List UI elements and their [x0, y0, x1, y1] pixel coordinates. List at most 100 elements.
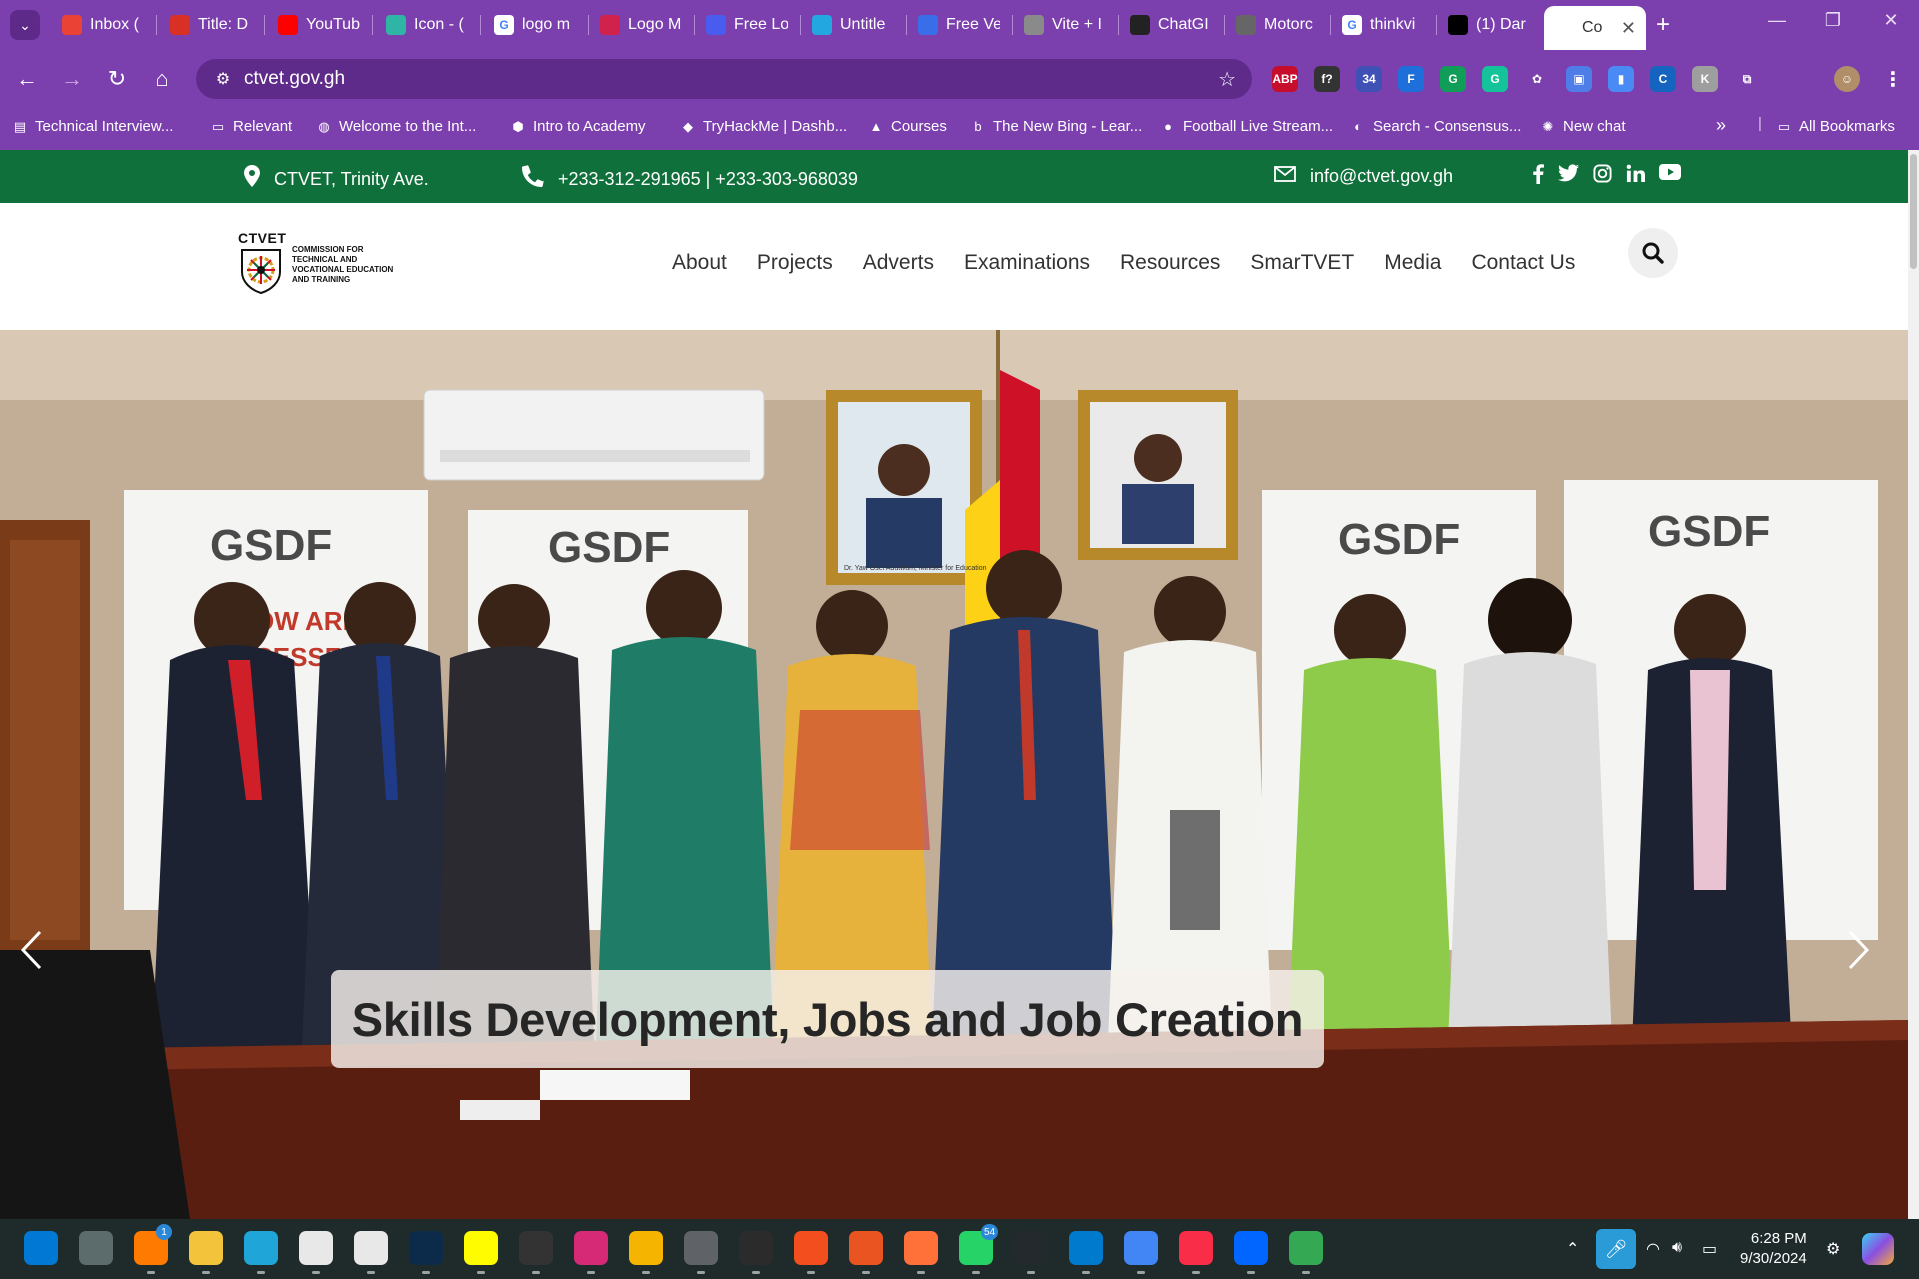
tab-search-button[interactable]: ⌄: [10, 10, 40, 40]
tab-10[interactable]: Vite + I: [1014, 8, 1116, 42]
close-tab-icon[interactable]: ✕: [1621, 18, 1636, 39]
extension-icon[interactable]: C: [1650, 66, 1676, 92]
carousel-prev-button[interactable]: [20, 930, 60, 990]
edge-icon[interactable]: [244, 1231, 278, 1265]
address-bar[interactable]: ⚙ ctvet.gov.gh ☆: [196, 59, 1252, 99]
bookmark-item[interactable]: b The New Bing - Lear...: [970, 118, 1142, 135]
github-icon[interactable]: [1014, 1231, 1048, 1265]
close-window-icon[interactable]: ✕: [1876, 10, 1906, 31]
extension-icon[interactable]: ▣: [1566, 66, 1592, 92]
bookmark-item[interactable]: ◆ TryHackMe | Dashb...: [680, 118, 847, 135]
profile-avatar[interactable]: ☺: [1834, 66, 1860, 92]
tab-4[interactable]: Icon - (: [376, 8, 478, 42]
tab-1[interactable]: Inbox (: [52, 8, 154, 42]
figma-icon[interactable]: [794, 1231, 828, 1265]
tab-12[interactable]: Motorc: [1226, 8, 1328, 42]
photoshop-icon[interactable]: [409, 1231, 443, 1265]
bookmark-star-icon[interactable]: ☆: [1218, 67, 1236, 92]
snipping-icon[interactable]: [354, 1231, 388, 1265]
extension-icon[interactable]: ⧉: [1734, 66, 1760, 92]
twitter-icon[interactable]: [1558, 164, 1579, 189]
restore-icon[interactable]: ❐: [1818, 10, 1848, 31]
menu-kebab-icon[interactable]: ⋮: [1880, 66, 1906, 92]
minimize-icon[interactable]: —: [1762, 10, 1792, 31]
scrollbar-thumb[interactable]: [1910, 154, 1917, 269]
tab-2[interactable]: Title: D: [160, 8, 262, 42]
extension-icon[interactable]: G: [1440, 66, 1466, 92]
snapchat-icon[interactable]: [464, 1231, 498, 1265]
bookmark-item[interactable]: ▭ Relevant: [210, 118, 292, 135]
site-search-button[interactable]: [1628, 228, 1678, 278]
tab-6[interactable]: Logo M: [590, 8, 692, 42]
nav-resources[interactable]: Resources: [1120, 251, 1220, 275]
start-icon[interactable]: [24, 1231, 58, 1265]
chrome-icon[interactable]: [1124, 1231, 1158, 1265]
chrome-profile-icon[interactable]: [684, 1231, 718, 1265]
tab-7[interactable]: Free Lo: [696, 8, 798, 42]
bookmark-item[interactable]: ▲ Courses: [868, 118, 947, 135]
bookmark-item[interactable]: ◍ Welcome to the Int...: [316, 118, 476, 135]
tab-13[interactable]: Gthinkvi: [1332, 8, 1434, 42]
nav-media[interactable]: Media: [1384, 251, 1441, 275]
music-icon[interactable]: [1179, 1231, 1213, 1265]
nav-smartvet[interactable]: SmarTVET: [1250, 251, 1354, 275]
file-explorer-icon[interactable]: [189, 1231, 223, 1265]
email-text[interactable]: info@ctvet.gov.gh: [1310, 166, 1453, 187]
forward-icon[interactable]: →: [57, 64, 87, 94]
nav-contact-us[interactable]: Contact Us: [1471, 251, 1575, 275]
tab-3[interactable]: YouTub: [268, 8, 370, 42]
store-icon[interactable]: [299, 1231, 333, 1265]
phone-text[interactable]: +233-312-291965 | +233-303-968039: [558, 169, 858, 190]
bookmark-item[interactable]: ◐ Search - Consensus...: [1350, 118, 1521, 135]
bookmark-item[interactable]: ⬢ Intro to Academy: [510, 118, 645, 135]
powerautomate-icon[interactable]: [1234, 1231, 1268, 1265]
extension-icon[interactable]: ✿: [1524, 66, 1550, 92]
facebook-icon[interactable]: [1532, 164, 1544, 189]
url-text[interactable]: ctvet.gov.gh: [244, 68, 345, 90]
tab-14[interactable]: (1) Dar: [1438, 8, 1540, 42]
bookmark-item[interactable]: ✺ New chat: [1540, 118, 1626, 135]
new-tab-button[interactable]: +: [1650, 11, 1676, 38]
bookmark-item[interactable]: ● Football Live Stream...: [1160, 118, 1333, 135]
task-view-icon[interactable]: [79, 1231, 113, 1265]
nav-examinations[interactable]: Examinations: [964, 251, 1090, 275]
davinci-icon[interactable]: [739, 1231, 773, 1265]
settings-gear-icon[interactable]: ⚙: [1826, 1239, 1840, 1259]
nav-adverts[interactable]: Adverts: [863, 251, 934, 275]
instagram-icon[interactable]: [574, 1231, 608, 1265]
microphone-icon[interactable]: 🎤︎: [1596, 1229, 1636, 1269]
back-icon[interactable]: ←: [12, 64, 42, 94]
instagram-icon[interactable]: [1593, 164, 1612, 189]
tab-11[interactable]: ChatGI: [1120, 8, 1222, 42]
tab-15[interactable]: Co ✕: [1544, 6, 1646, 50]
bookmark-item[interactable]: ▤ Technical Interview...: [12, 118, 174, 135]
carousel-next-button[interactable]: [1848, 930, 1888, 990]
all-bookmarks-button[interactable]: ▭ All Bookmarks: [1776, 118, 1895, 135]
tab-8[interactable]: Untitle: [802, 8, 904, 42]
tab-9[interactable]: Free Ve: [908, 8, 1010, 42]
home-icon[interactable]: ⌂: [147, 64, 177, 94]
system-clock[interactable]: 6:28 PM 9/30/2024: [1740, 1229, 1807, 1269]
nav-about[interactable]: About: [672, 251, 727, 275]
extension-icon[interactable]: f?: [1314, 66, 1340, 92]
vscode-icon[interactable]: [1069, 1231, 1103, 1265]
extension-icon[interactable]: G: [1482, 66, 1508, 92]
copilot-icon[interactable]: [1862, 1233, 1894, 1265]
tab-5[interactable]: Glogo m: [484, 8, 586, 42]
extension-icon[interactable]: 34: [1356, 66, 1382, 92]
page-scrollbar[interactable]: [1908, 150, 1919, 1219]
extension-icon[interactable]: K: [1692, 66, 1718, 92]
extension-icon[interactable]: F: [1398, 66, 1424, 92]
terminal-icon[interactable]: [519, 1231, 553, 1265]
volume-icon[interactable]: 🔊︎: [1672, 1239, 1682, 1257]
ubuntu-icon[interactable]: [849, 1231, 883, 1265]
linkedin-icon[interactable]: [1626, 164, 1645, 189]
extension-icon[interactable]: ABP: [1272, 66, 1298, 92]
battery-icon[interactable]: ▭: [1702, 1239, 1717, 1259]
chrome-alt-icon[interactable]: [1289, 1231, 1323, 1265]
reload-icon[interactable]: ↻: [102, 64, 132, 94]
photos-icon[interactable]: [629, 1231, 663, 1265]
youtube-icon[interactable]: [1659, 164, 1681, 189]
chevron-up-icon[interactable]: ⌃: [1566, 1239, 1579, 1259]
nav-projects[interactable]: Projects: [757, 251, 833, 275]
